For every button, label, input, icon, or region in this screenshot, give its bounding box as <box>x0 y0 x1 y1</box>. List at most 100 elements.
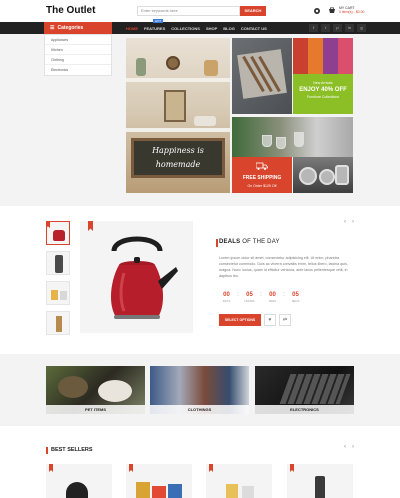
cart-amount: 0 item(s) - $0.00 <box>339 10 365 14</box>
pot-image <box>319 169 335 185</box>
linkedin-icon[interactable]: in <box>345 24 354 32</box>
cart-summary[interactable]: MY CART 0 item(s) - $0.00 <box>339 6 364 14</box>
keyboard-image <box>279 374 351 404</box>
product-kettle-image <box>66 482 88 498</box>
glass-image <box>262 135 272 147</box>
product-card[interactable] <box>126 464 192 498</box>
glass-image <box>276 137 286 149</box>
categories-label: Categories <box>57 25 84 31</box>
clock-image <box>166 56 180 70</box>
dog-image <box>98 380 132 402</box>
deal-title-bold: DEALS <box>219 239 241 245</box>
deal-title-accent <box>216 239 218 247</box>
homemade-sign: Happiness is homemade <box>131 138 225 178</box>
category-item-appliances[interactable]: Appliances <box>45 35 111 45</box>
juicer-thumbnail-image <box>55 255 63 273</box>
promo-box: New Arrivals ENJOY 40% OFF Furniture Col… <box>293 74 353 114</box>
glass-image <box>294 132 304 147</box>
search-button[interactable]: SEARCH <box>240 6 266 16</box>
category-tile-electronics-label: ELECTRONICS <box>255 405 354 414</box>
product-juicer-image <box>315 476 325 498</box>
google-icon[interactable]: g <box>357 24 366 32</box>
deal-next-arrow[interactable]: › <box>352 219 354 225</box>
shipping-title: FREE SHIPPING <box>242 175 282 181</box>
compare-icon[interactable]: ⇄ <box>279 314 291 326</box>
best-sellers-accent <box>46 447 48 454</box>
thumbnail-juicer[interactable] <box>46 251 70 275</box>
countdown-secs: 05 SECS <box>288 292 303 303</box>
category-dropdown: Appliances Kitchen Clothing Electronics <box>44 34 112 76</box>
countdown-separator: : <box>260 292 262 298</box>
select-options-button[interactable]: SELECT OPTIONS <box>219 314 261 326</box>
pot-image <box>299 167 317 185</box>
product-card[interactable] <box>206 464 272 498</box>
nav-item-home[interactable]: HOME <box>126 26 138 31</box>
countdown-mins-label: MINS <box>269 299 276 303</box>
deal-title: DEALS OF THE DAY <box>219 239 280 245</box>
category-item-electronics[interactable]: Electronics <box>45 65 111 75</box>
nav-item-contact[interactable]: CONTACT US <box>241 26 267 31</box>
product-card[interactable] <box>46 464 112 498</box>
category-tile-electronics[interactable]: ELECTRONICS <box>255 366 354 414</box>
site-logo[interactable]: The Outlet <box>46 5 95 16</box>
product-box-image <box>136 482 150 498</box>
shelf-image <box>126 78 230 82</box>
countdown-hours-label: HOURS <box>244 299 255 303</box>
pinterest-icon[interactable]: p <box>333 24 342 32</box>
twitter-icon[interactable]: t <box>321 24 330 32</box>
best-sellers-prev-arrow[interactable]: ‹ <box>344 444 346 450</box>
search-input[interactable]: Enter keywords here <box>137 6 240 16</box>
truck-icon <box>256 162 268 170</box>
facebook-icon[interactable]: f <box>309 24 318 32</box>
pot-image <box>335 165 349 185</box>
shipping-subtitle: On Order $129 Off <box>247 184 277 188</box>
category-tile-pets-label: PET ITEMS <box>46 405 145 414</box>
thumbnail-chair[interactable] <box>46 311 70 335</box>
product-cup-image <box>226 484 238 498</box>
banner-cookware[interactable] <box>293 157 353 193</box>
nav-item-blog[interactable]: BLOG <box>223 26 235 31</box>
countdown-separator: : <box>283 292 285 298</box>
category-tile-pets[interactable]: PET ITEMS <box>46 366 145 414</box>
nav-item-collections[interactable]: COLLECTIONS <box>171 26 200 31</box>
best-sellers-title: BEST SELLERS <box>51 447 93 453</box>
teapot-image <box>194 116 216 126</box>
countdown-days-label: DAYS <box>222 299 231 303</box>
deal-title-rest: OF THE DAY <box>240 239 280 245</box>
site-header: The Outlet Enter keywords here SEARCH MY… <box>0 0 400 22</box>
nav-hot-badge: HOT <box>153 19 164 23</box>
countdown-mins: 00 MINS <box>265 292 280 303</box>
product-box-image <box>168 484 182 498</box>
banner-free-shipping[interactable]: FREE SHIPPING On Order $129 Off <box>232 157 292 193</box>
nav-item-features[interactable]: FEATURES <box>144 26 165 31</box>
banner-home-decor[interactable]: Happiness is homemade <box>126 38 230 193</box>
categories-toggle[interactable]: ☰ Categories <box>44 22 112 34</box>
chair-thumbnail-image <box>56 316 62 332</box>
countdown-secs-value: 05 <box>292 292 299 298</box>
deal-countdown: 00 DAYS : 05 HOURS : 00 MINS : 05 SECS <box>219 292 303 303</box>
nav-menu: HOME FEATURES COLLECTIONS SHOP BLOG CONT… <box>126 22 267 34</box>
banner-cutlery[interactable] <box>232 38 292 114</box>
kettle-thumbnail-image <box>53 230 65 241</box>
deal-product-image[interactable] <box>80 221 193 333</box>
banner-glassware[interactable] <box>232 117 353 157</box>
kettle-image <box>110 236 178 319</box>
cup-thumbnail-image <box>60 291 67 300</box>
deal-prev-arrow[interactable]: ‹ <box>344 219 346 225</box>
banner-new-arrivals[interactable]: New Arrivals ENJOY 40% OFF Furniture Col… <box>293 38 353 114</box>
promo-line-1: New Arrivals <box>313 81 333 85</box>
product-cup-image <box>242 486 254 498</box>
category-item-clothing[interactable]: Clothing <box>45 55 111 65</box>
vase-image <box>136 58 146 76</box>
settings-icon[interactable] <box>313 7 321 15</box>
nav-item-shop[interactable]: SHOP <box>206 26 217 31</box>
heart-icon[interactable]: ♥ <box>264 314 276 326</box>
category-item-kitchen[interactable]: Kitchen <box>45 45 111 55</box>
picture-frame-image <box>164 90 186 122</box>
category-tile-clothings[interactable]: CLOTHINGS <box>150 366 249 414</box>
thumbnail-cups[interactable] <box>46 281 70 305</box>
cart-icon[interactable] <box>328 7 336 15</box>
promo-line-3: Furniture Collections <box>306 95 340 99</box>
product-card[interactable] <box>287 464 353 498</box>
best-sellers-next-arrow[interactable]: › <box>352 444 354 450</box>
